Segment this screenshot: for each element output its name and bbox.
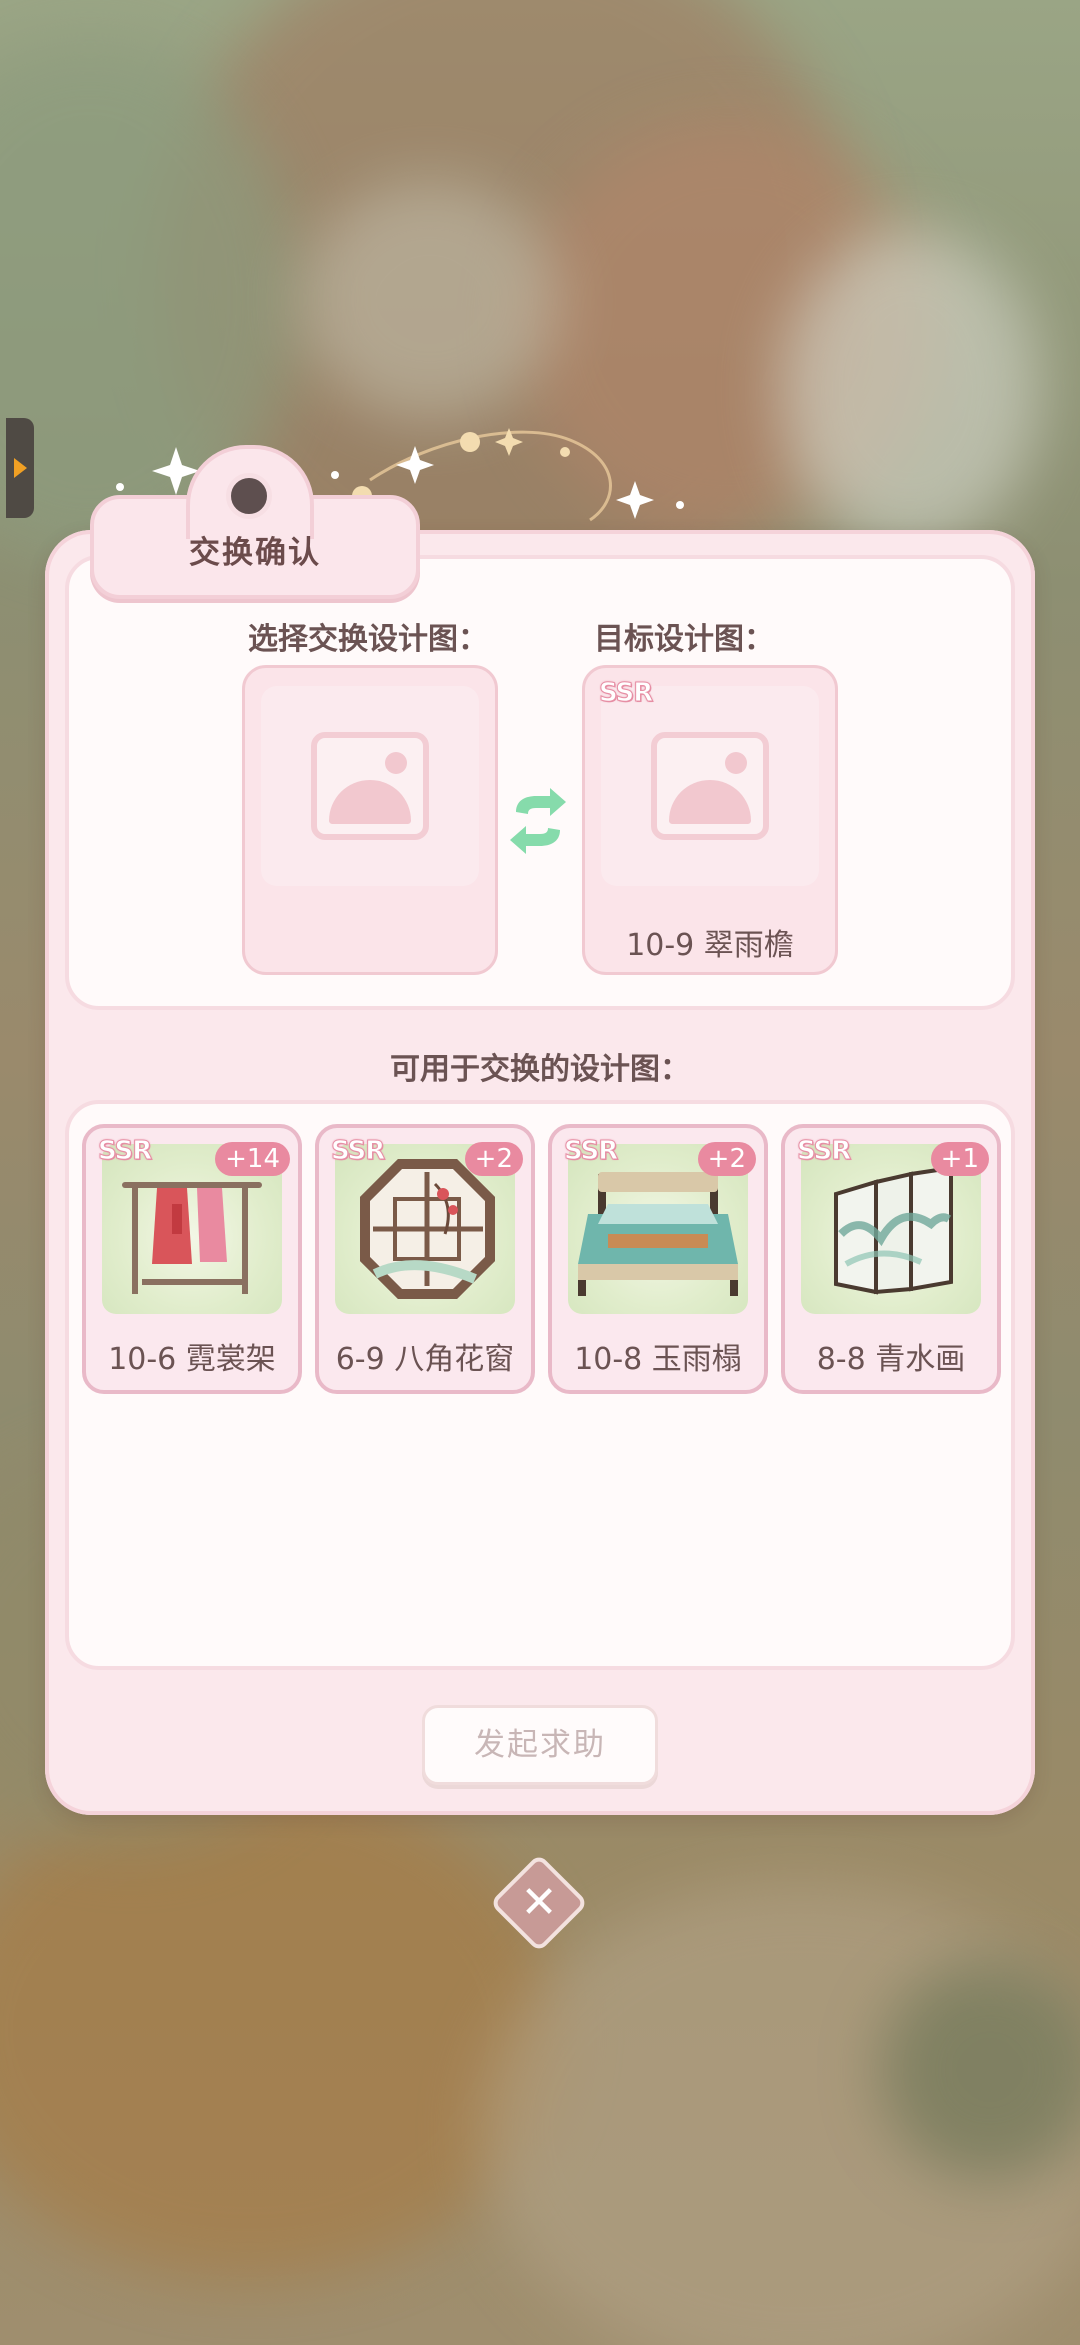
available-designs-label: 可用于交换的设计图： [390, 1052, 690, 1087]
select-design-slot[interactable] [242, 665, 498, 975]
design-card[interactable]: SSR +14 10-6 霓裳架 [82, 1124, 302, 1394]
swap-arrows-icon [510, 788, 566, 854]
dialog-title-tab: 交换确认 [90, 445, 420, 599]
dialog-title: 交换确认 [189, 535, 321, 571]
design-name: 10-8 玉雨榻 [574, 1342, 742, 1377]
target-design-label: 目标设计图： [594, 622, 774, 657]
design-card[interactable]: SSR +2 10-8 玉雨榻 [548, 1124, 768, 1394]
quantity-badge: +2 [697, 1142, 756, 1176]
design-name: 10-6 霓裳架 [108, 1342, 276, 1377]
rarity-badge: SSR [97, 1136, 152, 1167]
target-design-name: 10-9 翠雨檐 [626, 928, 794, 963]
rarity-badge: SSR [598, 678, 653, 709]
rarity-badge: SSR [563, 1136, 618, 1167]
image-placeholder-icon [651, 732, 769, 840]
quantity-badge: +14 [215, 1142, 290, 1176]
design-card[interactable]: SSR +2 6-9 八角花窗 [315, 1124, 535, 1394]
target-design-slot: SSR 10-9 翠雨檐 [582, 665, 838, 975]
design-name: 6-9 八角花窗 [335, 1342, 515, 1377]
side-drawer-tab[interactable] [6, 418, 34, 518]
request-help-button[interactable]: 发起求助 [422, 1705, 658, 1785]
close-icon[interactable]: ✕ [504, 1868, 574, 1938]
select-design-label: 选择交换设计图： [248, 622, 488, 657]
rarity-badge: SSR [796, 1136, 851, 1167]
exchange-selection-panel [65, 555, 1015, 1010]
quantity-badge: +1 [930, 1142, 989, 1176]
quantity-badge: +2 [464, 1142, 523, 1176]
design-name: 8-8 青水画 [816, 1342, 966, 1377]
image-placeholder-icon [311, 732, 429, 840]
design-card[interactable]: SSR +1 8-8 青水画 [781, 1124, 1001, 1394]
arrow-right-icon [14, 458, 27, 478]
rarity-badge: SSR [330, 1136, 385, 1167]
